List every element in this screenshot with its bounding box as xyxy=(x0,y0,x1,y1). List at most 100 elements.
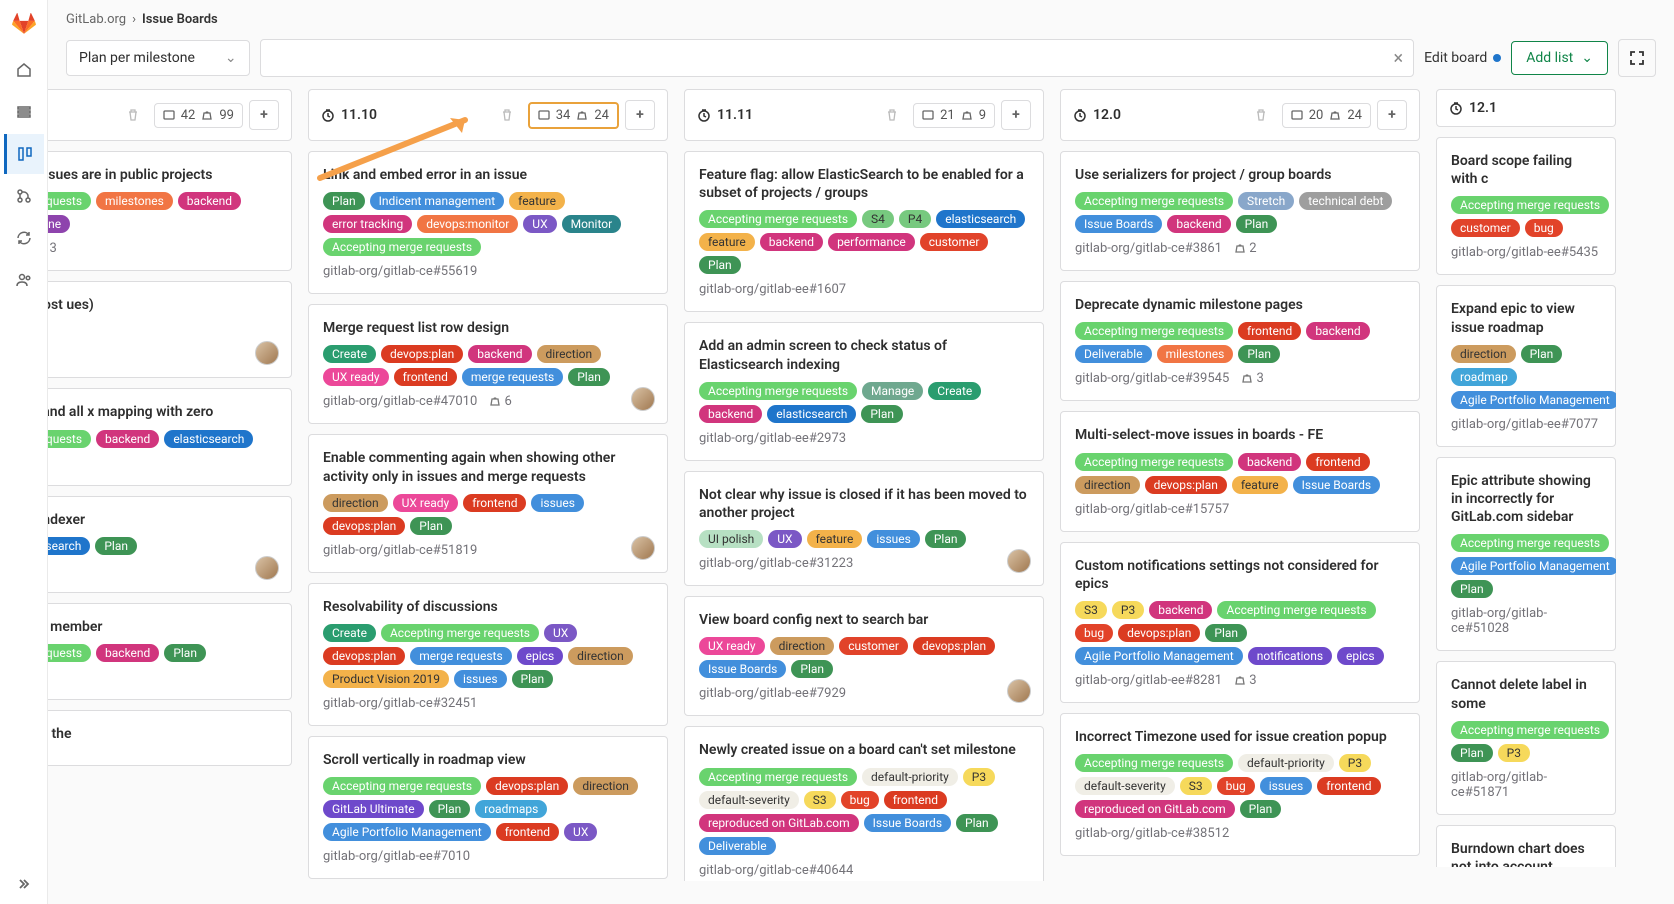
label[interactable]: default-severity xyxy=(699,791,799,809)
issue-card[interactable]: Burndown chart does not into accountAcce… xyxy=(1436,825,1616,867)
issue-card[interactable]: Link and embed error in an issuePlanIndi… xyxy=(308,151,668,294)
label[interactable]: elasticsearch xyxy=(164,430,253,448)
label[interactable]: feature xyxy=(807,530,863,548)
label[interactable]: Issue Boards xyxy=(864,814,951,832)
label[interactable]: merge requests xyxy=(410,647,511,665)
label[interactable]: devops:plan xyxy=(486,777,568,795)
label[interactable]: Deliverable xyxy=(699,837,776,855)
label[interactable]: backend xyxy=(1306,322,1369,340)
label[interactable]: backend xyxy=(96,644,159,662)
issue-card[interactable]: Custom notifications settings not consid… xyxy=(1060,542,1420,703)
label[interactable]: backend xyxy=(96,430,159,448)
label[interactable]: notifications xyxy=(1248,647,1332,665)
search-input[interactable]: × xyxy=(260,39,1414,77)
label[interactable]: Plan xyxy=(410,517,452,535)
trash-icon[interactable] xyxy=(1246,100,1276,130)
label[interactable]: default-priority xyxy=(1238,754,1334,772)
label[interactable]: Plan xyxy=(323,192,365,210)
issue-card[interactable]: e documentation and all x mapping with z… xyxy=(48,388,292,485)
label[interactable]: Accepting merge requests xyxy=(1451,196,1609,214)
label[interactable]: issues xyxy=(867,530,919,548)
label[interactable]: Plan xyxy=(699,256,741,274)
issue-card[interactable]: n epics if I'm not a memberAccepting mer… xyxy=(48,603,292,700)
label[interactable]: Issue Boards xyxy=(1293,476,1380,494)
label[interactable]: devops:plan xyxy=(381,345,463,363)
label[interactable]: devops:plan xyxy=(913,637,995,655)
label[interactable]: customer xyxy=(1451,219,1520,237)
label[interactable]: direction xyxy=(1451,345,1516,363)
label[interactable]: direction xyxy=(568,647,633,665)
label[interactable]: Accepting merge requests xyxy=(1451,534,1609,552)
nav-boards-icon[interactable] xyxy=(4,134,44,174)
label[interactable]: P3 xyxy=(1339,754,1371,772)
label[interactable]: Monitor xyxy=(562,215,622,233)
label[interactable]: frontend xyxy=(463,494,526,512)
label[interactable]: UX ready xyxy=(393,494,459,512)
label[interactable]: epics xyxy=(1337,647,1384,665)
issue-card[interactable]: omponents are most ues)Plan34 xyxy=(48,281,292,378)
label[interactable]: devops:plan xyxy=(323,647,405,665)
label[interactable]: devops:plan xyxy=(1118,624,1200,642)
label[interactable]: devops:monitor xyxy=(417,215,518,233)
label[interactable]: Accepting merge requests xyxy=(1075,754,1233,772)
label[interactable]: Stretch xyxy=(1238,192,1294,210)
label[interactable]: Plan xyxy=(95,537,137,555)
issue-card[interactable]: Board scope failing with cAccepting merg… xyxy=(1436,137,1616,275)
label[interactable]: P3 xyxy=(1112,601,1144,619)
label[interactable]: Accepting merge requests xyxy=(323,777,481,795)
label[interactable]: direction xyxy=(323,494,388,512)
label[interactable]: feature xyxy=(699,233,755,251)
label[interactable]: technical debt xyxy=(1299,192,1392,210)
label[interactable]: Accepting merge requests xyxy=(48,192,91,210)
label[interactable]: Plan xyxy=(1205,624,1247,642)
label[interactable]: Agile Portfolio Management xyxy=(1451,391,1616,409)
label[interactable]: backend xyxy=(1167,215,1230,233)
issue-card[interactable]: Incorrect Timezone used for issue creati… xyxy=(1060,713,1420,856)
label[interactable]: Indicent management xyxy=(370,192,505,210)
label[interactable]: default-priority xyxy=(862,768,958,786)
label[interactable]: backend xyxy=(468,345,531,363)
label[interactable]: feature xyxy=(509,192,565,210)
label[interactable]: bug xyxy=(1075,624,1113,642)
label[interactable]: Plan xyxy=(1236,215,1278,233)
label[interactable]: epics xyxy=(517,647,564,665)
issue-card[interactable]: Scroll vertically in roadmap viewAccepti… xyxy=(308,736,668,879)
label[interactable]: frontend xyxy=(496,823,559,841)
label[interactable]: default-severity xyxy=(1075,777,1175,795)
label[interactable]: issues xyxy=(1260,777,1312,795)
label[interactable]: P4 xyxy=(899,210,931,228)
breadcrumb-org[interactable]: GitLab.org xyxy=(66,12,126,27)
label[interactable]: Plan xyxy=(1451,744,1493,762)
label[interactable]: Accepting merge requests xyxy=(1075,322,1233,340)
label[interactable]: Create xyxy=(323,624,376,642)
label[interactable]: direction xyxy=(537,345,602,363)
assignee-avatar[interactable] xyxy=(255,556,279,580)
label[interactable]: Plan xyxy=(1240,800,1282,818)
label[interactable]: milestones xyxy=(96,192,173,210)
label[interactable]: Manage xyxy=(862,382,923,400)
label[interactable]: frontend xyxy=(394,368,457,386)
label[interactable]: Plan xyxy=(861,405,903,423)
label[interactable]: bug xyxy=(841,791,879,809)
trash-icon[interactable] xyxy=(118,100,148,130)
label[interactable]: Issue Boards xyxy=(699,660,786,678)
label[interactable]: S4 xyxy=(862,210,894,228)
label[interactable]: elasticsearch xyxy=(48,537,90,555)
label[interactable]: Plan xyxy=(1521,345,1563,363)
issue-card[interactable]: earch repository indexerbackendelasticse… xyxy=(48,496,292,593)
label[interactable]: error tracking xyxy=(323,215,412,233)
label[interactable]: direction xyxy=(1075,476,1140,494)
label[interactable]: issues xyxy=(531,494,583,512)
label[interactable]: Plan xyxy=(956,814,998,832)
label[interactable]: Plan xyxy=(791,660,833,678)
label[interactable]: UX xyxy=(523,215,556,233)
label[interactable]: Plan xyxy=(568,368,610,386)
issue-card[interactable]: Use serializers for project / group boar… xyxy=(1060,151,1420,271)
label[interactable]: performance xyxy=(828,233,915,251)
label[interactable]: Plan xyxy=(925,530,967,548)
issue-card[interactable]: Not clear why issue is closed if it has … xyxy=(684,471,1044,586)
nav-collapse-icon[interactable] xyxy=(4,864,44,904)
nav-merge-icon[interactable] xyxy=(4,176,44,216)
label[interactable]: Issue Boards xyxy=(1075,215,1162,233)
label[interactable]: backend xyxy=(178,192,241,210)
